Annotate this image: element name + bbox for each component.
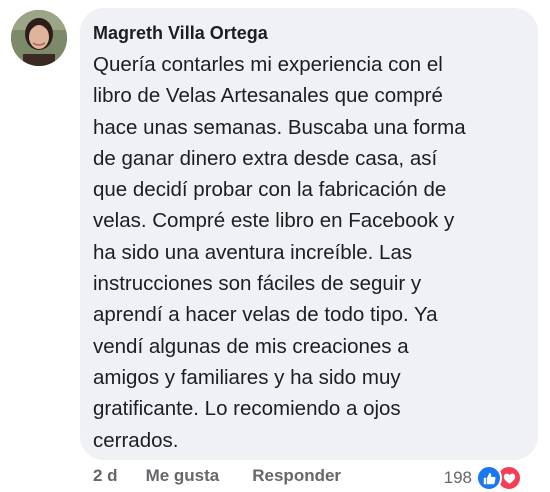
comment-line: velas. Compré este libro en Facebook y [93,209,455,233]
comment-line: hace unas semanas. Buscaba una forma [93,115,466,139]
comment-line: vendí algunas de mis creaciones a [93,334,409,358]
comment-bubble: Magreth Villa Ortega Quería contarles mi… [80,8,538,460]
comment-timestamp[interactable]: 2 d [93,466,118,486]
comment-line: ha sido una aventura increíble. Las [93,240,413,264]
comment-line: que decidí probar con la fabricación de [93,178,447,202]
comment-actions: 2 d Me gusta Responder [93,466,341,486]
comment-body: Quería contarles mi experiencia con el l… [93,49,520,456]
comment-line: gratificante. Lo recomiendo a ojos [93,397,401,421]
comment-line: aprendí a hacer velas de todo tipo. Ya [93,303,438,327]
comment-line: amigos y familiares y ha sido muy [93,365,401,389]
like-button[interactable]: Me gusta [146,466,220,486]
comment-author[interactable]: Magreth Villa Ortega [93,21,520,45]
avatar[interactable] [11,10,67,66]
reactions-summary[interactable]: 198 [444,465,522,491]
comment-line: de ganar dinero extra desde casa, así [93,146,438,170]
comment-line: libro de Velas Artesanales que compré [93,84,443,108]
comment-line: instrucciones son fáciles de seguir y [93,272,422,296]
reaction-count: 198 [443,468,472,487]
comment-line: Quería contarles mi experiencia con el [93,53,443,76]
avatar-photo [11,10,67,66]
comment-line: cerrados. [93,428,179,452]
reply-button[interactable]: Responder [252,466,341,486]
like-icon [476,465,502,491]
